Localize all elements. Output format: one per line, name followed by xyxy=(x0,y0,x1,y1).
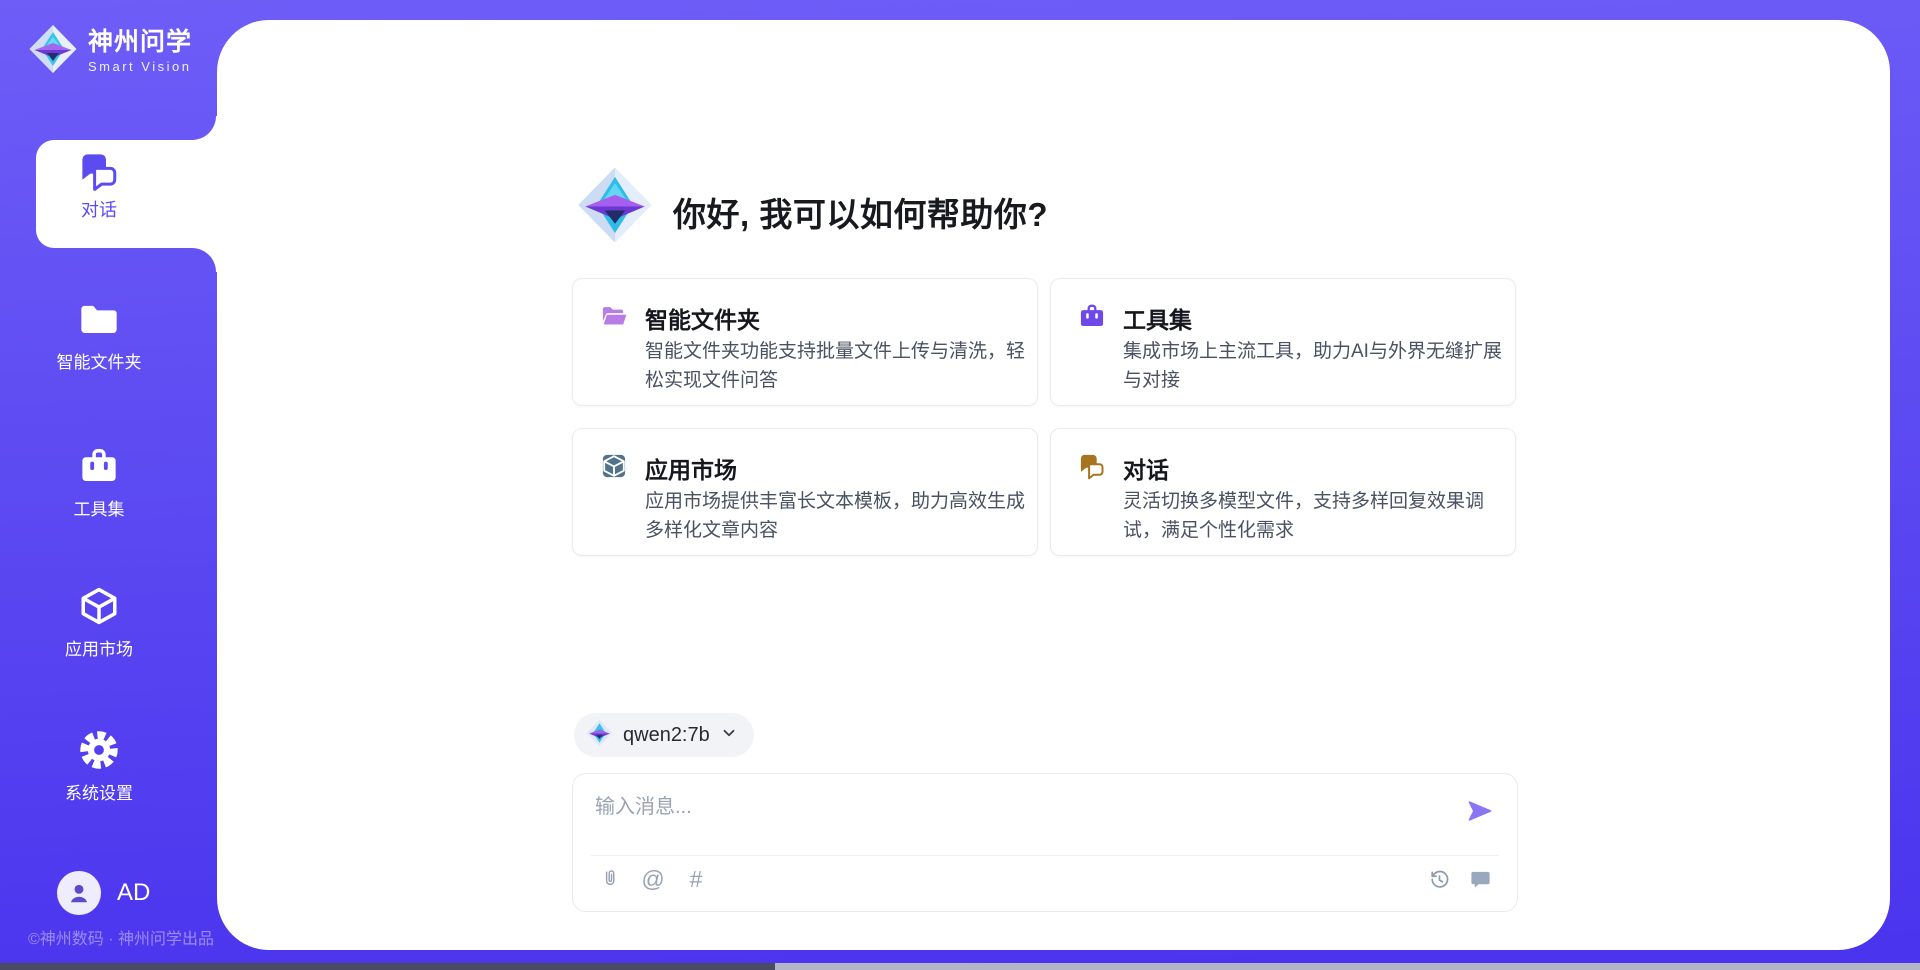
attach-file-button[interactable] xyxy=(597,866,623,892)
scrollbar-thumb[interactable] xyxy=(0,963,775,970)
chat-bubble-icon xyxy=(1469,868,1492,891)
cube-icon xyxy=(34,585,164,627)
toolbox-icon xyxy=(1077,302,1107,335)
greeting-diamond-icon xyxy=(576,165,654,250)
card-smart-folder[interactable]: 智能文件夹 智能文件夹功能支持批量文件上传与清洗，轻松实现文件问答 xyxy=(572,278,1038,406)
chat-log-button[interactable] xyxy=(1467,866,1493,892)
sidebar-item-settings[interactable]: 系统设置 xyxy=(34,729,164,804)
sidebar-item-app-market[interactable]: 应用市场 xyxy=(34,585,164,660)
chevron-down-icon xyxy=(720,724,738,747)
card-description: 应用市场提供丰富长文本模板，助力高效生成多样化文章内容 xyxy=(645,487,1027,545)
gear-icon xyxy=(34,729,164,771)
sidebar-item-chat[interactable]: 对话 xyxy=(59,196,139,222)
horizontal-scrollbar xyxy=(0,963,1920,970)
sidebar-item-toolset[interactable]: 工具集 xyxy=(34,445,164,520)
main-panel: 你好, 我可以如何帮助你? 智能文件夹 智能文件夹功能支持批量文件上传与清洗，轻… xyxy=(217,20,1890,950)
model-name: qwen2:7b xyxy=(623,724,710,747)
hash-button[interactable]: # xyxy=(683,866,709,892)
card-chat[interactable]: 对话 灵活切换多模型文件，支持多样回复效果调试，满足个性化需求 xyxy=(1050,428,1516,556)
card-description: 智能文件夹功能支持批量文件上传与清洗，轻松实现文件问答 xyxy=(645,337,1027,395)
card-app-market[interactable]: 应用市场 应用市场提供丰富长文本模板，助力高效生成多样化文章内容 xyxy=(572,428,1038,556)
folder-icon xyxy=(34,298,164,340)
sidebar: 神州问学 Smart Vision 对话 智能文件夹 工具集 xyxy=(0,0,217,970)
card-title: 对话 xyxy=(1123,451,1169,485)
brand-name: 神州问学 xyxy=(88,29,192,57)
composer-divider xyxy=(591,855,1499,856)
message-input[interactable] xyxy=(595,790,1275,842)
message-composer: @ # xyxy=(572,773,1518,912)
paperclip-icon xyxy=(599,868,621,890)
history-icon xyxy=(1428,868,1451,891)
card-title: 应用市场 xyxy=(645,451,737,485)
card-description: 灵活切换多模型文件，支持多样回复效果调试，满足个性化需求 xyxy=(1123,487,1505,545)
sidebar-item-label: 系统设置 xyxy=(34,779,164,804)
send-icon xyxy=(1466,797,1494,825)
sidebar-item-label: 应用市场 xyxy=(34,635,164,660)
user-initials: AD xyxy=(117,879,150,907)
user-profile[interactable]: AD xyxy=(57,871,150,915)
sidebar-item-smart-folder[interactable]: 智能文件夹 xyxy=(34,298,164,373)
sidebar-item-label: 工具集 xyxy=(34,495,164,520)
card-title: 智能文件夹 xyxy=(645,301,760,335)
active-tab-background[interactable] xyxy=(36,116,218,272)
avatar xyxy=(57,871,101,915)
card-title: 工具集 xyxy=(1123,301,1192,335)
sidebar-item-label: 智能文件夹 xyxy=(34,348,164,373)
sidebar-footer-text: ©神州数码 · 神州问学出品 xyxy=(28,925,218,949)
chat-icon[interactable] xyxy=(78,150,120,197)
greeting-text: 你好, 我可以如何帮助你? xyxy=(673,188,1048,236)
chat-icon xyxy=(1077,452,1107,485)
toolbox-icon xyxy=(34,445,164,487)
card-toolset[interactable]: 工具集 集成市场上主流工具，助力AI与外界无缝扩展与对接 xyxy=(1050,278,1516,406)
model-diamond-icon xyxy=(586,719,613,752)
mention-button[interactable]: @ xyxy=(640,866,666,892)
folder-open-icon xyxy=(599,302,629,335)
brand-subtitle: Smart Vision xyxy=(88,59,192,74)
cube-grid-icon xyxy=(599,452,629,485)
history-button[interactable] xyxy=(1426,866,1452,892)
send-button[interactable] xyxy=(1465,796,1495,826)
brand-diamond-icon xyxy=(28,22,78,81)
model-selector[interactable]: qwen2:7b xyxy=(574,713,754,757)
brand: 神州问学 Smart Vision xyxy=(28,22,192,81)
card-description: 集成市场上主流工具，助力AI与外界无缝扩展与对接 xyxy=(1123,337,1505,395)
